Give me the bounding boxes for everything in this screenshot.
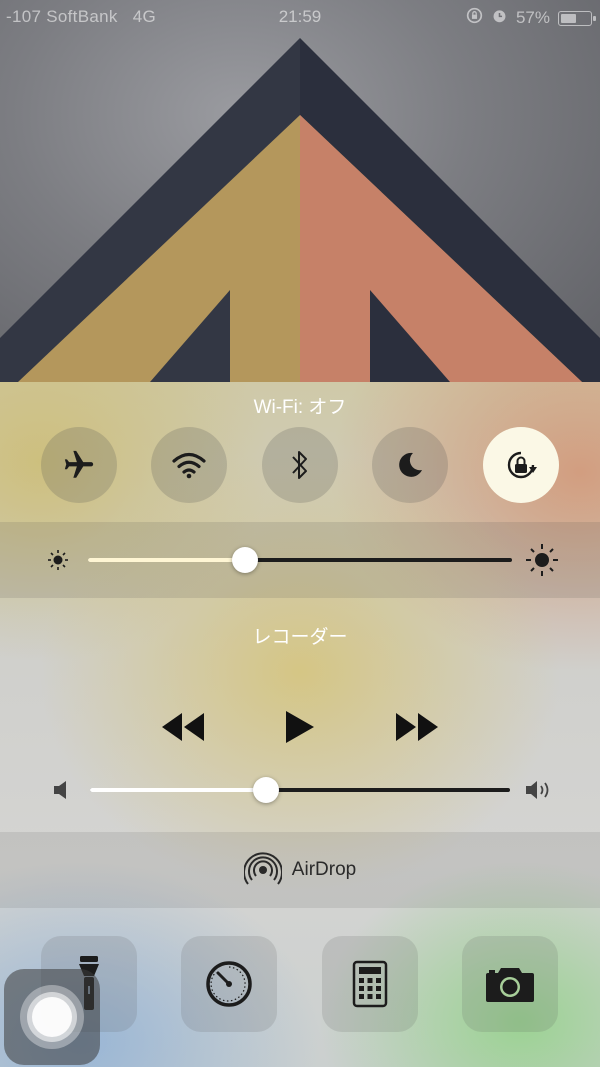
- assistive-touch-ring-inner: [27, 992, 77, 1042]
- volume-knob[interactable]: [253, 777, 280, 803]
- rotation-lock-toggle[interactable]: [483, 427, 559, 503]
- brightness-high-icon: [524, 542, 560, 583]
- battery-fill: [561, 13, 577, 23]
- wifi-toggle[interactable]: [151, 427, 227, 503]
- assistive-touch-center: [32, 997, 72, 1037]
- wallpaper: [0, 0, 600, 382]
- play-button[interactable]: [284, 709, 316, 750]
- brightness-slider[interactable]: [88, 547, 512, 573]
- fast-forward-icon: [396, 713, 438, 741]
- assistive-touch-button[interactable]: [4, 969, 100, 1065]
- airplane-icon: [64, 450, 94, 478]
- moon-icon: [399, 452, 422, 477]
- status-icons: 57%: [466, 7, 596, 29]
- rotation-lock-status-icon: [466, 7, 483, 29]
- calculator-button[interactable]: [322, 936, 418, 1032]
- brightness-fill: [88, 558, 245, 562]
- airdrop-icon: [243, 852, 282, 885]
- wallpaper-art: [0, 38, 600, 382]
- wifi-icon: [172, 452, 206, 479]
- fast-forward-button[interactable]: [394, 711, 440, 748]
- volume-fill: [90, 788, 267, 792]
- battery-percent: 57%: [515, 8, 550, 27]
- airdrop-button[interactable]: AirDrop: [0, 832, 600, 908]
- volume-slider[interactable]: [90, 777, 510, 803]
- volume-high-icon: [524, 777, 554, 808]
- alarm-icon: [491, 7, 508, 29]
- timer-button[interactable]: [181, 936, 277, 1032]
- timer-icon: [206, 961, 252, 1007]
- brightness-low-icon: [46, 548, 70, 577]
- camera-button[interactable]: [462, 936, 558, 1032]
- rewind-button[interactable]: [160, 711, 206, 748]
- control-center: Wi-Fi: オフ レコーダー AirDrop: [0, 382, 600, 1067]
- play-icon: [286, 711, 314, 743]
- bluetooth-toggle[interactable]: [262, 427, 338, 503]
- status-bar: -107 SoftBank 4G 21:59 57%: [0, 0, 600, 36]
- assistive-touch-ring: [20, 985, 84, 1049]
- brightness-knob[interactable]: [231, 547, 258, 573]
- airdrop-label: AirDrop: [291, 859, 357, 880]
- do-not-disturb-toggle[interactable]: [372, 427, 448, 503]
- camera-icon: [486, 968, 534, 1002]
- bluetooth-icon: [292, 451, 307, 479]
- rotation-lock-icon: [507, 451, 537, 479]
- airplane-mode-toggle[interactable]: [41, 427, 117, 503]
- wifi-status-label: Wi-Fi: オフ: [253, 397, 347, 418]
- battery-icon: [558, 10, 596, 26]
- rewind-icon: [162, 713, 204, 741]
- volume-low-icon: [52, 779, 70, 806]
- calculator-icon: [352, 960, 388, 1008]
- now-playing-title: レコーダー: [252, 627, 348, 648]
